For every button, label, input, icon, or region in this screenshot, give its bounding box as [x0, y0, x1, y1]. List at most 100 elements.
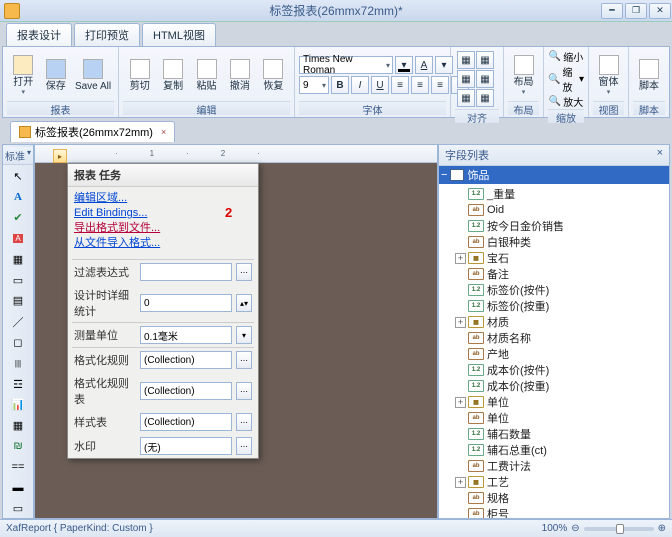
tool-shape[interactable]: ◻ — [6, 333, 30, 352]
filter-input[interactable] — [140, 263, 232, 281]
tool-pagebreak[interactable]: == — [6, 458, 30, 477]
tool-chart[interactable]: 📊 — [6, 395, 30, 414]
expand-icon[interactable]: + — [455, 397, 466, 408]
align-btn-5[interactable]: ▦ — [457, 89, 475, 107]
zoom-scale[interactable]: 🔍 缩放 ▾ — [548, 64, 584, 94]
saveall-button[interactable]: Save All — [72, 56, 114, 95]
field-node[interactable]: 1.2标签价(按重) — [441, 298, 669, 314]
tool-image[interactable]: ▦ — [6, 250, 30, 269]
field-list-close-icon[interactable]: × — [657, 147, 663, 163]
tool-crossband-box[interactable]: ▭ — [6, 499, 30, 518]
style-ellipsis[interactable]: ⋯ — [236, 413, 252, 431]
fmtrules-ellipsis[interactable]: ⋯ — [236, 382, 252, 400]
italic-button[interactable]: I — [351, 76, 369, 94]
tool-label[interactable]: A — [6, 188, 30, 207]
zoom-in-button[interactable]: ⊕ — [658, 523, 666, 534]
align-btn-2[interactable]: ▦ — [476, 51, 494, 69]
align-left-button[interactable]: ≡ — [391, 76, 409, 94]
wm-ellipsis[interactable]: ⋯ — [236, 437, 252, 455]
field-node[interactable]: ab产地 — [441, 346, 669, 362]
cut-button[interactable]: 剪切 — [123, 56, 156, 95]
layout-button[interactable]: 布局▾ — [508, 52, 539, 99]
align-center-button[interactable]: ≡ — [411, 76, 429, 94]
align-btn-3[interactable]: ▦ — [457, 70, 475, 88]
toolbox-drop-icon[interactable]: ▾ — [27, 148, 31, 163]
field-node[interactable]: +▦单位 — [441, 394, 669, 410]
filter-ellipsis[interactable]: ⋯ — [236, 263, 252, 281]
detail-spin[interactable]: ▴▾ — [236, 294, 252, 312]
field-node[interactable]: 1.2成本价(按重) — [441, 378, 669, 394]
tab-html-view[interactable]: HTML视图 — [142, 23, 216, 46]
maximize-button[interactable]: ❐ — [625, 3, 647, 19]
zoom-out-button[interactable]: ⊖ — [571, 523, 579, 534]
expand-icon[interactable]: − — [441, 169, 447, 181]
field-node[interactable]: +▦工艺 — [441, 474, 669, 490]
redo-button[interactable]: 恢复 — [257, 56, 290, 95]
close-button[interactable]: ✕ — [649, 3, 671, 19]
field-node[interactable]: ab材质名称 — [441, 330, 669, 346]
field-node[interactable]: abOid — [441, 202, 669, 218]
field-node[interactable]: 1.2辅石总重(ct) — [441, 442, 669, 458]
font-name-combo[interactable]: Times New Roman — [299, 56, 393, 74]
wm-input[interactable]: (无) — [140, 437, 232, 455]
fmtrules-input[interactable]: (Collection) — [140, 382, 232, 400]
field-node[interactable]: 1.2成本价(按件) — [441, 362, 669, 378]
field-node[interactable]: ab柜号 — [441, 506, 669, 518]
tool-pivot[interactable]: ▦ — [6, 416, 30, 435]
design-surface[interactable]: ▸ ·1·2· 报表 任务 编辑区域... Edit Bindings... 导… — [34, 144, 438, 519]
tool-crossband-line[interactable]: ▬ — [6, 478, 30, 497]
field-node[interactable]: ab单位 — [441, 410, 669, 426]
tab-report-design[interactable]: 报表设计 — [6, 23, 72, 46]
tool-line[interactable]: ／ — [6, 312, 30, 331]
align-btn-1[interactable]: ▦ — [457, 51, 475, 69]
minimize-button[interactable]: ━ — [601, 3, 623, 19]
tool-richtext[interactable]: A — [6, 229, 30, 248]
document-close-icon[interactable]: × — [161, 127, 166, 137]
tool-barcode[interactable]: ||| — [6, 354, 30, 373]
save-button[interactable]: 保存 — [40, 56, 73, 95]
bold-button[interactable]: B — [331, 76, 349, 94]
backcolor-button[interactable]: A — [415, 56, 433, 74]
detail-input[interactable]: 0 — [140, 294, 232, 312]
link-edit-bands[interactable]: 编辑区域... — [74, 191, 252, 206]
open-button[interactable]: 打开▾ — [7, 52, 40, 99]
field-node[interactable]: 1.2辅石数量 — [441, 426, 669, 442]
tool-table[interactable]: ▤ — [6, 292, 30, 311]
paste-button[interactable]: 粘贴 — [190, 56, 223, 95]
field-node[interactable]: +▦材质 — [441, 314, 669, 330]
link-export-format[interactable]: 导出格式到文件... — [74, 221, 252, 236]
zoom-slider[interactable] — [584, 527, 654, 531]
zoom-shrink[interactable]: 🔍 缩小 — [549, 49, 583, 64]
tool-pointer[interactable]: ↖ — [6, 167, 30, 186]
field-node[interactable]: ab规格 — [441, 490, 669, 506]
field-list-root[interactable]: − 饰品 — [439, 166, 669, 184]
unit-drop[interactable]: ▾ — [236, 326, 252, 344]
forecolor-button[interactable]: ▾ — [395, 56, 413, 74]
zoom-thumb[interactable] — [616, 524, 624, 534]
field-node[interactable]: ab工费计法 — [441, 458, 669, 474]
underline-button[interactable]: U — [371, 76, 389, 94]
fmtrule-ellipsis[interactable]: ⋯ — [236, 351, 252, 369]
document-tab[interactable]: 标签报表(26mmx72mm) × — [10, 121, 175, 142]
field-node[interactable]: 1.2按今日金价销售 — [441, 218, 669, 234]
tool-zip[interactable]: ☲ — [6, 375, 30, 394]
expand-icon[interactable]: + — [455, 317, 466, 328]
script-button[interactable]: 脚本 — [633, 56, 665, 95]
fmtrule-input[interactable]: (Collection) — [140, 351, 232, 369]
field-node[interactable]: ab备注 — [441, 266, 669, 282]
tool-checkbox[interactable]: ✔ — [6, 209, 30, 228]
undo-button[interactable]: 撤消 — [223, 56, 256, 95]
expand-icon[interactable]: + — [455, 253, 466, 264]
field-node[interactable]: 1.2_重量 — [441, 186, 669, 202]
smart-tag-button[interactable]: ▸ — [53, 149, 67, 163]
zoom-expand[interactable]: 🔍 放大 — [549, 94, 583, 109]
field-node[interactable]: 1.2标签价(按件) — [441, 282, 669, 298]
window-button[interactable]: 窗体▾ — [593, 52, 624, 99]
align-right-button[interactable]: ≡ — [431, 76, 449, 94]
tab-print-preview[interactable]: 打印预览 — [74, 23, 140, 46]
align-btn-6[interactable]: ▦ — [476, 89, 494, 107]
expand-icon[interactable]: + — [455, 477, 466, 488]
unit-input[interactable]: 0.1毫米 — [140, 326, 232, 344]
tool-sparkline[interactable]: ₪ — [6, 437, 30, 456]
tool-panel[interactable]: ▭ — [6, 271, 30, 290]
